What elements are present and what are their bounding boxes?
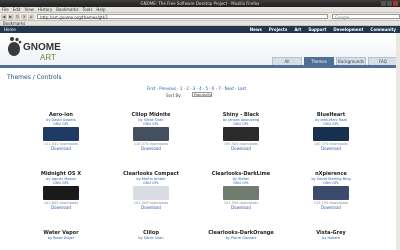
- theme-download-link[interactable]: Download: [202, 146, 280, 151]
- window-titlebar: GNOME: The Free Software Desktop Project…: [0, 0, 400, 7]
- site-nav-links: News Projects Art Support Development Co…: [250, 27, 396, 32]
- gnome-foot-icon: GNOME ART: [8, 37, 61, 62]
- theme-card: Clearlooks-DarkOrange by Pierre Gonzale: [202, 230, 280, 240]
- theme-thumbnail[interactable]: [133, 127, 169, 141]
- page-7[interactable]: 7: [218, 86, 221, 91]
- page-title: Themes / Controls: [7, 74, 62, 81]
- menu-tools[interactable]: Tools: [83, 7, 93, 12]
- theme-download-link[interactable]: Download: [22, 205, 100, 210]
- menu-edit[interactable]: Edit: [13, 7, 21, 12]
- tab-faq[interactable]: FAQ: [368, 57, 398, 65]
- theme-card: Vista-Grey by Hokere: [292, 230, 370, 240]
- theme-download-link[interactable]: Download: [292, 205, 370, 210]
- tab-backgrounds[interactable]: Backgrounds: [336, 57, 366, 65]
- search-input[interactable]: Google: [332, 14, 400, 20]
- theme-thumbnail[interactable]: [43, 127, 79, 141]
- home-button[interactable]: ⌂: [28, 13, 35, 20]
- page-5[interactable]: 5: [205, 86, 208, 91]
- tab-all[interactable]: All: [272, 57, 302, 65]
- sort-select[interactable]: Popularity: [192, 92, 212, 97]
- theme-download-link[interactable]: Download: [292, 146, 370, 151]
- theme-license[interactable]: GNU GPL: [202, 181, 280, 185]
- logo-gnome-text: GNOME: [23, 42, 61, 53]
- theme-card: Water Vapor by Blake Dilger: [22, 230, 100, 240]
- vertical-scrollbar[interactable]: [396, 33, 400, 250]
- nav-news[interactable]: News: [250, 27, 262, 32]
- forward-button[interactable]: ▶: [7, 13, 14, 20]
- page-6[interactable]: 6: [212, 86, 215, 91]
- theme-download-link[interactable]: Download: [112, 146, 190, 151]
- theme-download-link[interactable]: Download: [112, 205, 190, 210]
- back-arrow-icon: ◀: [2, 14, 6, 19]
- minimize-button[interactable]: [381, 1, 386, 6]
- nav-development[interactable]: Development: [333, 27, 363, 32]
- theme-card: Midnight OS Xby Aquvis Maxon GNU GPL 101,8…: [22, 171, 100, 210]
- menu-file[interactable]: File: [2, 7, 9, 12]
- reload-button[interactable]: ↻: [14, 13, 21, 20]
- theme-license[interactable]: GNU GPL: [22, 181, 100, 185]
- sort-label: Sort By:: [166, 93, 182, 98]
- page-last[interactable]: Last: [238, 86, 246, 91]
- section-tabs: All Themes Backgrounds FAQ: [272, 57, 398, 65]
- logo-art-text: ART: [40, 53, 56, 62]
- pagination: First · Previous · 1 · 2 · 3 · 4 · 5 · 6…: [147, 86, 247, 91]
- theme-author[interactable]: by Blake Dilger: [22, 236, 100, 240]
- window-title: GNOME: The Free Software Desktop Project…: [140, 1, 260, 6]
- theme-license[interactable]: GNU GPL: [112, 122, 190, 126]
- theme-thumbnail[interactable]: [223, 127, 259, 141]
- theme-author[interactable]: by Sitnik Siran: [112, 236, 190, 240]
- theme-thumbnail[interactable]: [313, 186, 349, 200]
- maximize-button[interactable]: [387, 1, 392, 6]
- menu-view[interactable]: View: [24, 7, 34, 12]
- theme-download-link[interactable]: Download: [202, 205, 280, 210]
- reload-icon: ↻: [15, 14, 20, 19]
- back-button[interactable]: ◀: [1, 13, 7, 20]
- navigation-toolbar: ◀ ▶ ↻ ✕ ⌂ http://art.gnome.org/themes/gt…: [0, 13, 400, 21]
- home-link[interactable]: Home: [4, 27, 16, 32]
- page-next[interactable]: Next: [225, 86, 234, 91]
- theme-card: Clilop by Sitnik Siran: [112, 230, 190, 240]
- forward-arrow-icon: ▶: [9, 14, 13, 19]
- theme-author[interactable]: by Pierre Gonzale: [202, 236, 280, 240]
- page-4[interactable]: 4: [199, 86, 202, 91]
- close-button[interactable]: [393, 1, 398, 6]
- theme-card: nXpierence by David Sterling Bing GNU GPL 1…: [292, 171, 370, 210]
- theme-card: Clilop Midnite by Sitnik Siran GNU GPL 110,…: [112, 112, 190, 151]
- page-first[interactable]: First: [147, 86, 155, 91]
- theme-author[interactable]: by Hokere: [292, 236, 370, 240]
- theme-thumbnail[interactable]: [133, 186, 169, 200]
- page-3[interactable]: 3: [193, 86, 196, 91]
- theme-card: Shiny - Black by Jensen Aeonizeng GNU GPL 1…: [202, 112, 280, 151]
- theme-license[interactable]: GNU GPL: [112, 181, 190, 185]
- nav-projects[interactable]: Projects: [269, 27, 287, 32]
- menu-help[interactable]: Help: [96, 7, 105, 12]
- nav-community[interactable]: Community: [370, 27, 396, 32]
- theme-thumbnail[interactable]: [313, 127, 349, 141]
- theme-license[interactable]: GNU GPL: [292, 122, 370, 126]
- stop-button[interactable]: ✕: [21, 13, 28, 20]
- theme-card: Clearlooks-DarkLime by Stefan GNU GPL 107,5…: [202, 171, 280, 210]
- menu-history[interactable]: History: [38, 7, 52, 12]
- theme-card: Clearlooks Compact by Martin Amber GNU GPL…: [112, 171, 190, 210]
- menu-bookmarks[interactable]: Bookmarks: [56, 7, 78, 12]
- page-previous[interactable]: Previous: [159, 86, 176, 91]
- page-2[interactable]: 2: [186, 86, 189, 91]
- nav-support[interactable]: Support: [308, 27, 326, 32]
- theme-download-link[interactable]: Download: [22, 146, 100, 151]
- theme-thumbnail[interactable]: [223, 186, 259, 200]
- address-bar[interactable]: http://art.gnome.org/themes/gtk2: [37, 14, 328, 20]
- theme-license[interactable]: GNU GPL: [202, 122, 280, 126]
- theme-card: Aero-ion by David Gowers GNU GPL 111,541 do…: [22, 112, 100, 151]
- gnome-art-logo[interactable]: GNOME ART: [6, 35, 61, 62]
- stop-icon: ✕: [22, 14, 27, 19]
- theme-license[interactable]: GNU GPL: [292, 181, 370, 185]
- home-icon: ⌂: [29, 14, 33, 19]
- nav-art[interactable]: Art: [294, 27, 301, 32]
- theme-thumbnail[interactable]: [43, 186, 79, 200]
- theme-license[interactable]: GNU GPL: [22, 122, 100, 126]
- tab-themes[interactable]: Themes: [304, 57, 334, 65]
- theme-card: BlueHeart by Jean-Marc Raat GNU GPL 100,370…: [292, 112, 370, 151]
- page-1: 1: [179, 86, 183, 91]
- header-divider: [0, 65, 400, 68]
